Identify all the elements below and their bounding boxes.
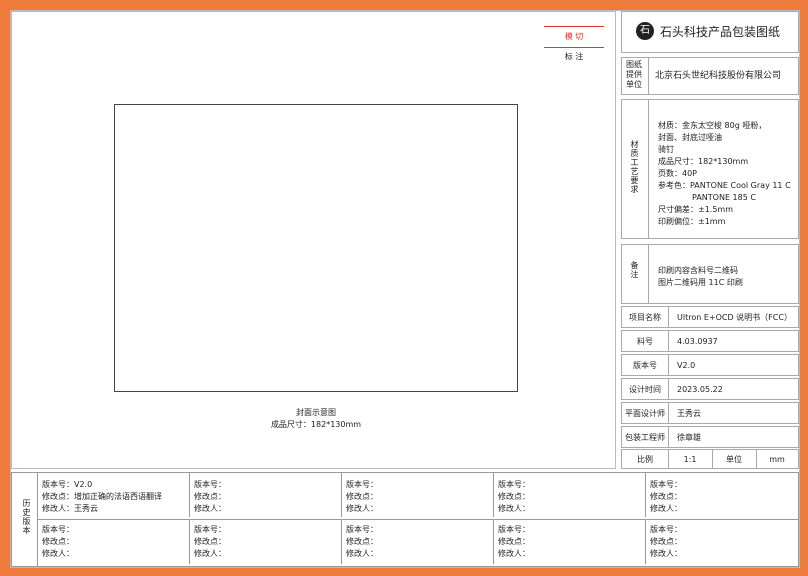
history-author: 修改人： [498,504,530,513]
mark-label: 标 注 [564,52,584,61]
history-cell: 版本号： 修改点： 修改人： [190,520,342,564]
material-line: 封面、封底过哑油 [658,133,722,142]
info-value: 4.03.0937 [677,337,718,346]
info-row: 设计时间 2023.05.22 [621,378,799,400]
history-author: 修改人： [346,504,378,513]
history-change: 修改点： [194,537,226,546]
cover-caption: 封面示意图 [296,408,336,417]
cover-size: 成品尺寸：182*130mm [270,420,362,429]
info-label: 设计时间 [629,385,661,394]
history-cell: 版本号： 修改点： 修改人： [342,473,494,517]
history-row: 版本号：V2.0 修改点：增加正确的法语西语翻译 修改人：王秀云 版本号： 修改… [38,473,798,519]
history-version: 版本号： [498,480,530,489]
die-cut-label: 模 切 [564,32,584,41]
info-label: 包装工程师 [625,433,665,442]
info-value: 王秀云 [677,409,701,418]
history-cell: 版本号： 修改点： 修改人： [494,473,646,517]
info-row: 平面设计师 王秀云 [621,402,799,424]
company-title: 石头科技产品包装图纸 [660,25,781,39]
info-row: 版本号 V2.0 [621,354,799,376]
material-line: 印刷偏位：±1mm [658,217,726,226]
history-cell: 版本号： 修改点： 修改人： [342,520,494,564]
unit-label: 单位 [726,455,742,464]
history-author: 修改人： [498,549,530,558]
history-cell: 版本号： 修改点： 修改人： [646,473,798,517]
cover-preview [114,104,518,392]
history-cell: 版本号： 修改点： 修改人： [494,520,646,564]
logo-icon: 石 [636,22,654,40]
history-version: 版本号： [650,480,682,489]
history-change: 修改点： [650,492,682,501]
info-row: 包装工程师 徐章雄 [621,426,799,448]
history-author: 修改人： [346,549,378,558]
history-author: 修改人： [650,504,682,513]
history-change: 修改点： [346,537,378,546]
history-cell: 版本号：V2.0 修改点：增加正确的法语西语翻译 修改人：王秀云 [38,473,190,517]
history-version: 版本号： [346,480,378,489]
history-label: 历史版本 [22,499,31,535]
material-line: 尺寸偏差：±1.5mm [658,205,734,214]
info-value: 徐章雄 [677,433,701,442]
history-version: 版本号： [346,525,378,534]
material-line: 参考色：PANTONE Cool Gray 11 C [658,181,791,190]
material-row: 材质工艺要求 材质：金东太空梭 80g 哑粉， 封面、封底过哑油 骑钉 成品尺寸… [621,99,799,239]
info-row: 料号 4.03.0937 [621,330,799,352]
info-label: 平面设计师 [625,409,665,418]
info-value: Ultron E+OCD 说明书（FCC） [677,313,792,322]
notes-row: 备注 印刷内容含料号二维码 图片二维码用 11C 印刷 [621,244,799,304]
info-row: 项目名称 Ultron E+OCD 说明书（FCC） [621,306,799,328]
history-table: 历史版本 版本号：V2.0 修改点：增加正确的法语西语翻译 修改人：王秀云 版本… [11,472,799,567]
history-change: 修改点： [346,492,378,501]
scale-label: 比例 [637,455,653,464]
title-header: 石 石头科技产品包装图纸 [621,11,799,53]
history-author: 修改人： [194,504,226,513]
history-version: 版本号： [194,480,226,489]
material-line: 材质：金东太空梭 80g 哑粉， [658,121,767,130]
info-label: 版本号 [633,361,657,370]
history-author: 修改人：王秀云 [42,504,98,513]
material-lines: 材质：金东太空梭 80g 哑粉， 封面、封底过哑油 骑钉 成品尺寸：182*13… [658,120,791,228]
material-line: 页数：40P [658,169,698,178]
history-author: 修改人： [650,549,682,558]
history-version: 版本号： [194,525,226,534]
info-value: V2.0 [677,361,696,370]
notes-line: 印刷内容含料号二维码 [658,266,738,275]
history-cell: 版本号： 修改点： 修改人： [646,520,798,564]
history-cell: 版本号： 修改点： 修改人： [190,473,342,517]
drawing-sheet: 模 切 标 注 封面示意图 成品尺寸：182*130mm 石 石头科技产品包装图… [10,10,800,568]
provider-label: 图纸提供单位 [626,60,642,89]
history-author: 修改人： [42,549,74,558]
scale-row: 比例 1:1 单位 mm [621,449,799,469]
history-change: 修改点： [498,537,530,546]
info-value: 2023.05.22 [677,385,723,394]
material-line: 成品尺寸：182*130mm [658,157,749,166]
material-line: PANTONE 185 C [692,193,756,202]
history-change: 修改点：增加正确的法语西语翻译 [42,492,162,501]
material-label: 材质工艺要求 [630,140,639,194]
material-line: 骑钉 [658,145,674,154]
history-version: 版本号：V2.0 [42,480,93,489]
history-change: 修改点： [42,537,74,546]
history-version: 版本号： [42,525,74,534]
provider-value: 北京石头世纪科技股份有限公司 [655,71,782,81]
history-change: 修改点： [498,492,530,501]
history-cell: 版本号： 修改点： 修改人： [38,520,190,564]
die-cut-legend: 模 切 [544,26,604,48]
history-author: 修改人： [194,549,226,558]
history-version: 版本号： [650,525,682,534]
history-version: 版本号： [498,525,530,534]
info-label: 料号 [637,337,653,346]
notes-line: 图片二维码用 11C 印刷 [658,278,743,287]
unit-value: mm [769,455,785,464]
scale-value: 1:1 [683,455,697,464]
history-change: 修改点： [194,492,226,501]
info-label: 项目名称 [629,313,661,322]
history-change: 修改点： [650,537,682,546]
history-row: 版本号： 修改点： 修改人： 版本号： 修改点： 修改人： 版本号： 修改点： … [38,520,798,566]
notes-label: 备注 [630,261,639,279]
provider-row: 图纸提供单位 北京石头世纪科技股份有限公司 [621,57,799,95]
